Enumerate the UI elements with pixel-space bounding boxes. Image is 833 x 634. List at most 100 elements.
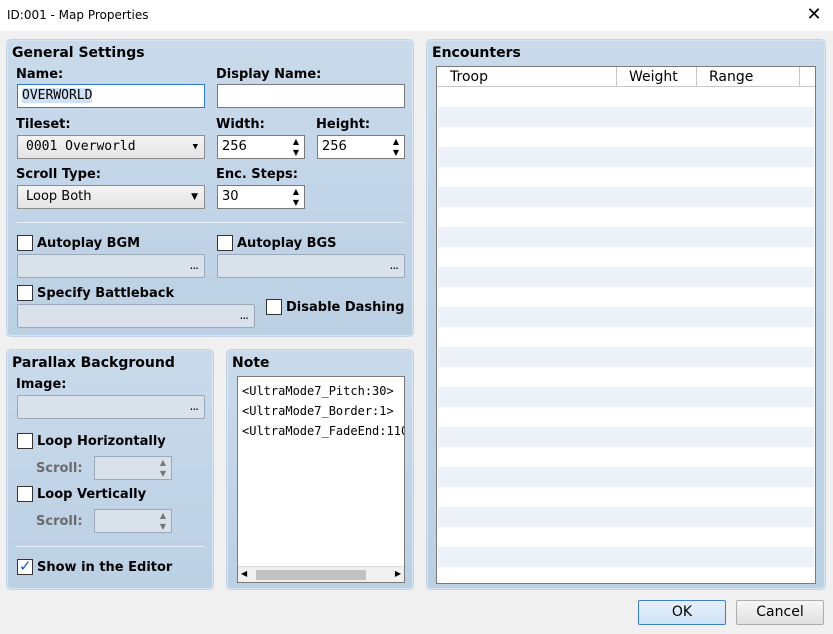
note-line: <UltraMode7_FadeEnd:110 [242, 424, 405, 438]
parallax-title: Parallax Background [12, 355, 175, 371]
tileset-dropdown[interactable]: 0001 Overworld ▼ [17, 135, 205, 159]
parallax-image-picker[interactable]: ... [17, 395, 205, 419]
column-header-weight[interactable]: Weight [617, 67, 697, 87]
enc-steps-spinner[interactable]: 30 ▲ ▼ [217, 185, 305, 209]
table-row[interactable] [438, 507, 814, 527]
table-row[interactable] [438, 87, 814, 107]
table-row[interactable] [438, 147, 814, 167]
cancel-button[interactable]: Cancel [736, 600, 824, 625]
ellipsis-icon: ... [239, 308, 250, 322]
table-row[interactable] [438, 267, 814, 287]
ellipsis-icon: ... [389, 258, 400, 272]
width-label: Width: [216, 117, 265, 132]
table-row[interactable] [438, 127, 814, 147]
scroll-h-spinner[interactable]: ▲ ▼ [94, 456, 172, 480]
bgm-picker[interactable]: ... [17, 254, 205, 278]
general-settings-title: General Settings [12, 45, 145, 61]
show-in-editor-checkbox[interactable] [17, 557, 33, 575]
table-row[interactable] [438, 107, 814, 127]
table-row[interactable] [438, 167, 814, 187]
table-row[interactable] [438, 327, 814, 347]
scroll-left-icon[interactable]: ◀ [241, 569, 247, 578]
loop-horizontally-label: Loop Horizontally [37, 434, 166, 449]
name-label: Name: [16, 67, 64, 82]
table-row[interactable] [438, 567, 814, 583]
window-title: ID:001 - Map Properties [7, 8, 149, 22]
height-spinner[interactable]: 256 ▲ ▼ [317, 135, 405, 159]
autoplay-bgm-checkbox[interactable] [17, 235, 33, 251]
bgs-picker[interactable]: ... [217, 254, 405, 278]
scrollbar-thumb[interactable] [256, 570, 366, 580]
table-row[interactable] [438, 187, 814, 207]
table-row[interactable] [438, 387, 814, 407]
note-text: <UltraMode7_Pitch:30> <UltraMode7_Border… [242, 381, 405, 441]
ellipsis-icon: ... [189, 399, 200, 413]
table-row[interactable] [438, 307, 814, 327]
divider [17, 222, 405, 223]
display-name-label: Display Name: [216, 67, 322, 82]
chevron-down-icon: ▼ [191, 192, 198, 202]
table-row[interactable] [438, 347, 814, 367]
disable-dashing-checkbox[interactable] [266, 299, 282, 315]
tileset-label: Tileset: [16, 117, 71, 132]
scroll-h-label: Scroll: [36, 461, 83, 476]
spin-arrows-icon[interactable]: ▲ ▼ [288, 186, 304, 208]
name-input[interactable]: OVERWORLD [17, 84, 205, 108]
scroll-right-icon[interactable]: ▶ [395, 569, 401, 578]
width-spinner[interactable]: 256 ▲ ▼ [217, 135, 305, 159]
table-row[interactable] [438, 427, 814, 447]
column-header-troop[interactable]: Troop [437, 67, 617, 87]
table-row[interactable] [438, 367, 814, 387]
spin-arrows-icon[interactable]: ▲ ▼ [288, 136, 304, 158]
table-row[interactable] [438, 467, 814, 487]
note-group: Note <UltraMode7_Pitch:30> <UltraMode7_B… [226, 349, 414, 590]
encounters-group: Encounters Troop Weight Range [426, 39, 826, 590]
ellipsis-icon: ... [189, 258, 200, 272]
enc-steps-label: Enc. Steps: [216, 167, 298, 182]
table-row[interactable] [438, 447, 814, 467]
table-row[interactable] [438, 227, 814, 247]
table-row[interactable] [438, 247, 814, 267]
autoplay-bgm-label: Autoplay BGM [37, 236, 141, 251]
disable-dashing-label: Disable Dashing [286, 300, 405, 315]
name-value: OVERWORLD [22, 88, 93, 103]
tileset-value: 0001 Overworld [26, 139, 136, 154]
general-settings-group: General Settings Name: OVERWORLD Display… [6, 39, 414, 337]
specify-battleback-checkbox[interactable] [17, 285, 33, 301]
scroll-type-dropdown[interactable]: Loop Both ▼ [17, 185, 205, 209]
note-line: <UltraMode7_Border:1> [242, 404, 394, 418]
table-row[interactable] [438, 547, 814, 567]
table-row[interactable] [438, 487, 814, 507]
display-name-input[interactable] [217, 84, 405, 108]
height-value: 256 [322, 139, 347, 154]
specify-battleback-label: Specify Battleback [37, 286, 175, 301]
spin-arrows-icon[interactable]: ▲ ▼ [155, 457, 171, 479]
horizontal-scrollbar[interactable]: ◀ ▶ [238, 566, 404, 582]
encounters-table[interactable]: Troop Weight Range [436, 66, 816, 584]
scroll-type-value: Loop Both [26, 189, 92, 204]
table-row[interactable] [438, 287, 814, 307]
loop-vertically-checkbox[interactable] [17, 486, 33, 502]
parallax-group: Parallax Background Image: ... Loop Hori… [6, 349, 214, 590]
note-textarea[interactable]: <UltraMode7_Pitch:30> <UltraMode7_Border… [237, 376, 405, 583]
note-line: <UltraMode7_Pitch:30> [242, 384, 394, 398]
encounters-title: Encounters [432, 45, 521, 61]
table-row[interactable] [438, 527, 814, 547]
battleback-picker[interactable]: ... [17, 304, 255, 328]
loop-horizontally-checkbox[interactable] [17, 433, 33, 449]
table-row[interactable] [438, 207, 814, 227]
note-title: Note [232, 355, 270, 371]
spin-arrows-icon[interactable]: ▲ ▼ [155, 510, 171, 532]
scroll-v-spinner[interactable]: ▲ ▼ [94, 509, 172, 533]
spin-arrows-icon[interactable]: ▲ ▼ [388, 136, 404, 158]
column-header-range[interactable]: Range [697, 67, 800, 87]
close-icon[interactable]: ✕ [803, 4, 825, 26]
divider [17, 546, 205, 547]
autoplay-bgs-checkbox[interactable] [217, 235, 233, 251]
height-label: Height: [316, 117, 371, 132]
title-bar: ID:001 - Map Properties ✕ [0, 0, 833, 31]
table-row[interactable] [438, 407, 814, 427]
ok-button[interactable]: OK [638, 600, 726, 625]
chevron-down-icon: ▼ [192, 142, 198, 152]
autoplay-bgs-label: Autoplay BGS [237, 236, 337, 251]
